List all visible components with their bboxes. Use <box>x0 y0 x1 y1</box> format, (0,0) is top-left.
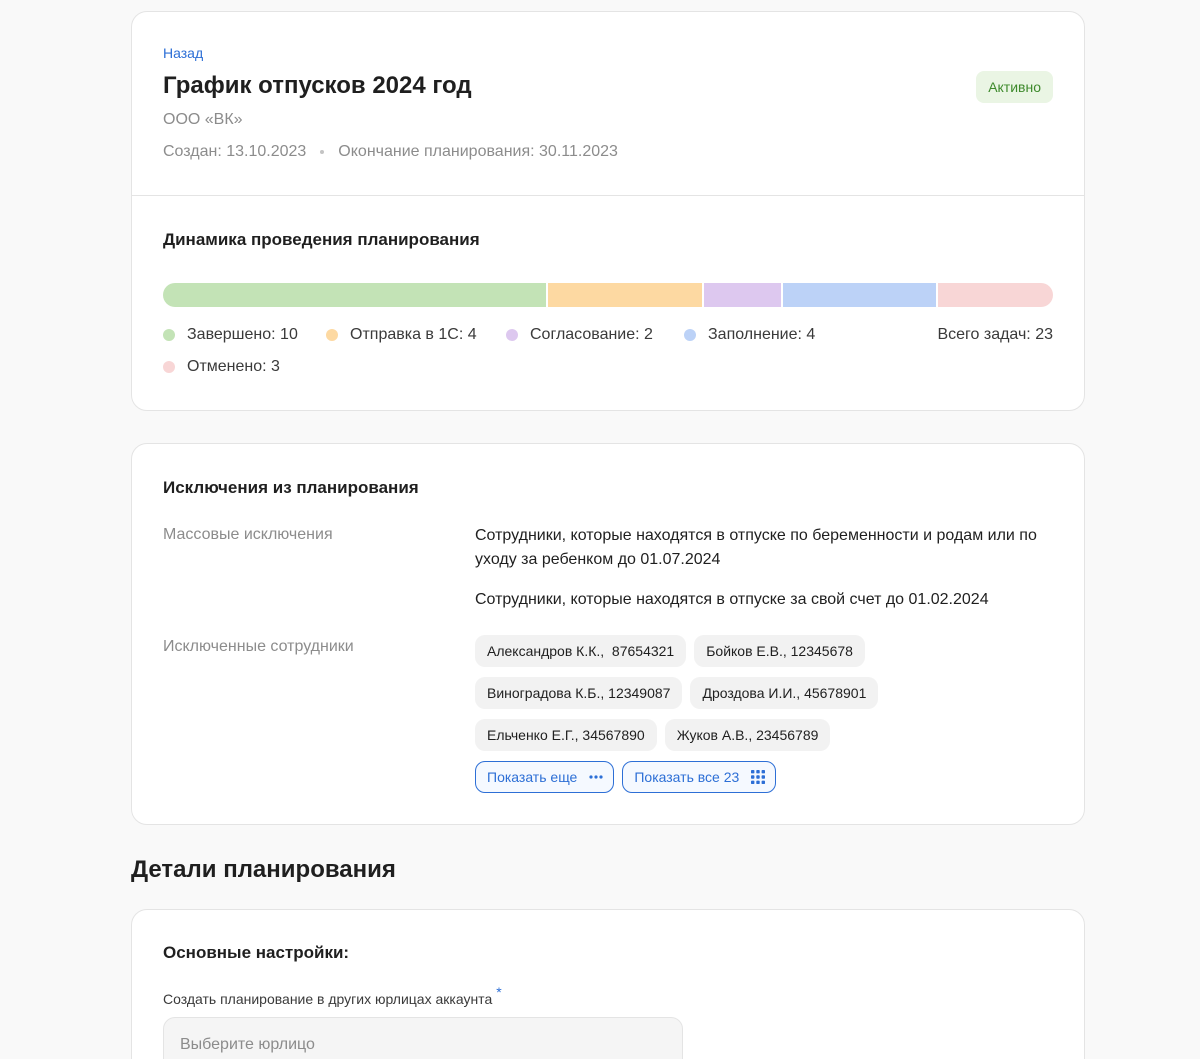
employee-chip[interactable]: Жуков А.В., 23456789 <box>664 719 831 751</box>
legend-label: Согласование: 2 <box>530 326 653 343</box>
progress-segment <box>782 283 936 307</box>
legend-item-sending-1c: Отправка в 1С: 4 <box>326 326 477 344</box>
legend-label: Отменено: 3 <box>187 358 280 375</box>
legend-item-filling: Заполнение: 4 <box>684 326 815 344</box>
select-placeholder: Выберите юрлицо <box>180 1036 315 1053</box>
settings-title: Основные настройки: <box>163 943 350 962</box>
meta-row: Создан: 13.10.2023 Окончание планировани… <box>163 143 618 161</box>
progress-segment <box>548 283 702 307</box>
chip-row: Показать еще Показать все 23 <box>475 761 1065 793</box>
legal-entity-field-label: Создать планирование в других юрлицах ак… <box>163 984 502 1007</box>
legend-dot-icon <box>163 329 175 341</box>
show-all-button[interactable]: Показать все 23 <box>622 761 777 793</box>
mass-exclusions-label: Массовые исключения <box>163 526 333 543</box>
chip-row: Ельченко Е.Г., 34567890 Жуков А.В., 2345… <box>475 719 1065 751</box>
planning-end-date: Окончание планирования: 30.11.2023 <box>338 143 618 160</box>
employee-chip[interactable]: Бойков Е.В., 12345678 <box>694 635 865 667</box>
planning-details-heading: Детали планирования <box>131 856 396 883</box>
legend-item-cancelled: Отменено: 3 <box>163 358 280 376</box>
progress-segment <box>703 283 781 307</box>
legend-label: Отправка в 1С: 4 <box>350 326 477 343</box>
legend-label: Завершено: 10 <box>187 326 298 343</box>
page: Назад График отпусков 2024 год Активно О… <box>0 0 1200 1059</box>
excluded-employees-list: Александров К.К., 87654321 Бойков Е.В., … <box>475 635 1065 803</box>
back-link[interactable]: Назад <box>163 45 203 61</box>
exclusions-title: Исключения из планирования <box>163 478 419 497</box>
created-date: Создан: 13.10.2023 <box>163 143 307 160</box>
page-title: График отпусков 2024 год <box>163 72 472 99</box>
mass-exclusion-item: Сотрудники, которые находятся в отпуске … <box>475 527 1037 568</box>
employee-chip[interactable]: Александров К.К., 87654321 <box>475 635 687 667</box>
legal-entity-select[interactable]: Выберите юрлицо <box>163 1017 683 1059</box>
legend-dot-icon <box>506 329 518 341</box>
excluded-employees-label: Исключенные сотрудники <box>163 638 354 655</box>
mass-exclusion-item: Сотрудники, которые находятся в отпуске … <box>475 591 989 608</box>
status-badge: Активно <box>976 71 1053 103</box>
legend-dot-icon <box>163 361 175 373</box>
employee-chip[interactable]: Виноградова К.Б., 12349087 <box>475 677 683 709</box>
progress-bar <box>163 283 1053 307</box>
legend-dot-icon <box>684 329 696 341</box>
total-tasks: Всего задач: 23 <box>937 326 1053 343</box>
required-mark: * <box>496 984 502 1000</box>
legend-dot-icon <box>326 329 338 341</box>
progress-segment <box>937 283 1053 307</box>
more-dots-icon <box>589 775 603 779</box>
field-label-text: Создать планирование в других юрлицах ак… <box>163 991 493 1007</box>
legend-item-approval: Согласование: 2 <box>506 326 653 344</box>
chip-row: Виноградова К.Б., 12349087 Дроздова И.И.… <box>475 677 1065 709</box>
exclusions-card: Исключения из планирования Массовые искл… <box>131 443 1085 825</box>
chip-row: Александров К.К., 87654321 Бойков Е.В., … <box>475 635 1065 667</box>
show-more-label: Показать еще <box>487 769 578 785</box>
grid-icon <box>751 770 766 784</box>
show-all-label: Показать все 23 <box>634 769 740 785</box>
legend-item-completed: Завершено: 10 <box>163 326 298 344</box>
schedule-header-card: Назад График отпусков 2024 год Активно О… <box>131 11 1085 411</box>
organization-name: ООО «ВК» <box>163 111 243 128</box>
divider <box>132 195 1084 196</box>
show-more-button[interactable]: Показать еще <box>475 761 615 793</box>
separator-dot <box>320 150 325 154</box>
dynamics-title: Динамика проведения планирования <box>163 230 480 249</box>
settings-card: Основные настройки: Создать планирование… <box>131 909 1085 1059</box>
employee-chip[interactable]: Дроздова И.И., 45678901 <box>690 677 879 709</box>
employee-chip[interactable]: Ельченко Е.Г., 34567890 <box>475 719 657 751</box>
progress-segment <box>163 283 547 307</box>
legend-label: Заполнение: 4 <box>708 326 816 343</box>
